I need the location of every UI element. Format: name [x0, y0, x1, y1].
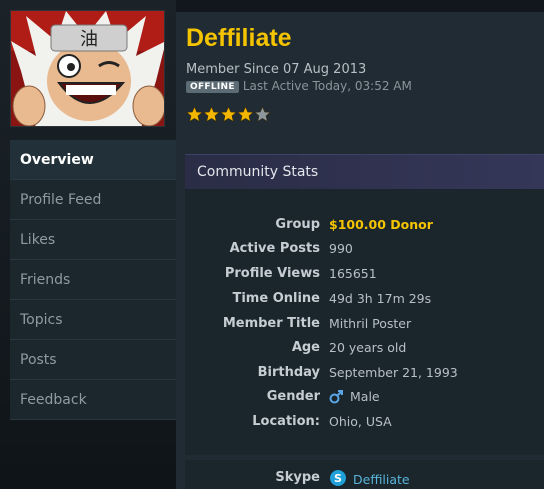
stat-value: 49d 3h 17m 29s	[329, 291, 432, 306]
stat-label: Group	[275, 217, 320, 232]
nav-item-friends[interactable]: Friends	[10, 260, 176, 300]
skype-link[interactable]: S Deffiliate	[329, 469, 410, 487]
reputation-stars	[186, 106, 271, 124]
stat-row-time-online: Time Online 49d 3h 17m 29s	[185, 291, 544, 313]
stat-label: Active Posts	[229, 241, 320, 256]
stat-row-active-posts: Active Posts 990	[185, 241, 544, 263]
member-since: Member Since 07 Aug 2013	[186, 62, 367, 77]
status-badge: OFFLINE	[186, 81, 239, 93]
community-stats-header: Community Stats	[185, 154, 544, 189]
profile-panel: Deffiliate Member Since 07 Aug 2013 OFFL…	[176, 12, 544, 489]
stat-value: 165651	[329, 266, 377, 281]
stat-row-age: Age 20 years old	[185, 340, 544, 362]
stat-row-member-title: Member Title Mithril Poster	[185, 316, 544, 338]
nav-item-feedback[interactable]: Feedback	[10, 380, 176, 420]
stat-value: $100.00 Donor	[329, 217, 433, 232]
username: Deffiliate	[186, 24, 292, 52]
status-row: OFFLINE Last Active Today, 03:52 AM	[186, 79, 412, 93]
stat-row-location: Location: Ohio, USA	[185, 414, 544, 436]
nav-item-likes[interactable]: Likes	[10, 220, 176, 260]
stat-label: Gender	[266, 389, 320, 404]
nav-item-profile-feed[interactable]: Profile Feed	[10, 180, 176, 220]
profile-nav: Overview Profile Feed Likes Friends Topi…	[10, 140, 176, 420]
stat-row-gender: Gender Male	[185, 389, 544, 411]
stat-value: September 21, 1993	[329, 365, 458, 380]
stat-label: Birthday	[257, 365, 320, 380]
stat-label: Location:	[252, 414, 320, 429]
star-empty-icon	[254, 106, 271, 122]
stat-label: Age	[291, 340, 320, 355]
stat-row-birthday: Birthday September 21, 1993	[185, 365, 544, 387]
stat-row-profile-views: Profile Views 165651	[185, 266, 544, 288]
stat-value: 20 years old	[329, 340, 407, 355]
contact-label: Skype	[275, 470, 320, 485]
star-filled-icon	[237, 106, 254, 122]
left-column: 油 Overview Profile Feed Likes Friends To…	[0, 0, 176, 489]
stat-value: 990	[329, 241, 353, 256]
stat-label: Profile Views	[224, 266, 320, 281]
nav-item-overview[interactable]: Overview	[10, 140, 176, 180]
avatar-image: 油	[11, 11, 164, 126]
svg-text:油: 油	[80, 29, 98, 50]
svg-text:S: S	[334, 472, 342, 485]
skype-username: Deffiliate	[353, 472, 410, 487]
contact-panel: Skype S Deffiliate	[185, 460, 544, 489]
stat-label: Time Online	[232, 291, 320, 306]
last-active: Last Active Today, 03:52 AM	[242, 79, 412, 93]
stat-value: Male	[329, 389, 380, 404]
avatar[interactable]: 油	[10, 10, 165, 127]
nav-item-topics[interactable]: Topics	[10, 300, 176, 340]
gender-value: Male	[350, 389, 380, 404]
community-stats: Group $100.00 Donor Active Posts 990 Pro…	[185, 189, 544, 455]
nav-item-posts[interactable]: Posts	[10, 340, 176, 380]
stat-value: Ohio, USA	[329, 414, 392, 429]
star-filled-icon	[203, 106, 220, 122]
star-filled-icon	[186, 106, 203, 122]
male-symbol-icon	[329, 390, 343, 404]
star-filled-icon	[220, 106, 237, 122]
stat-row-group: Group $100.00 Donor	[185, 217, 544, 239]
stat-value: Mithril Poster	[329, 316, 412, 331]
stat-label: Member Title	[222, 316, 320, 331]
skype-icon: S	[330, 470, 346, 486]
